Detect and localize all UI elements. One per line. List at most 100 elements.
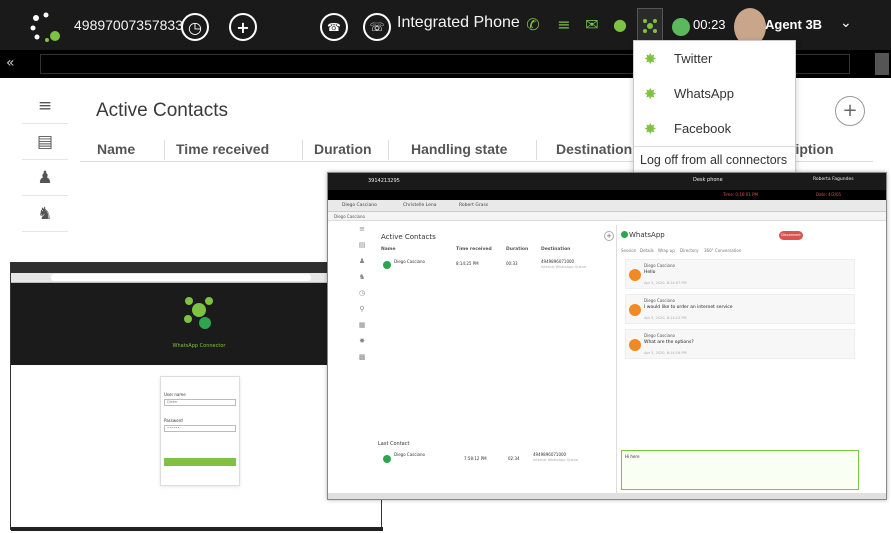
contact-avatar-icon <box>629 304 641 316</box>
dial-icon[interactable]: ☎ <box>320 13 348 41</box>
row-destination-sub: Internal WhatsApp Queue <box>541 265 587 269</box>
tab-directory[interactable]: Directory <box>680 248 698 253</box>
whatsapp-session-screenshot: 3914213295 Desk phone Roberta Fagundes T… <box>327 172 887 500</box>
chevron-down-icon[interactable]: ⌄ <box>840 15 852 31</box>
connectors-button[interactable] <box>637 8 663 44</box>
agent-name[interactable]: Agent 3B <box>765 17 822 32</box>
menu-item-twitter[interactable]: ✸ Twitter <box>634 41 795 76</box>
row-time: 8:14:25 PM <box>456 261 479 266</box>
tab-contact[interactable]: Diego Casciano <box>342 203 377 208</box>
queue-icon[interactable]: ≡ <box>554 15 574 35</box>
phone-number: 49897007357833 <box>74 17 184 33</box>
whatsapp-icon <box>383 455 391 463</box>
row-destination: 4949896071000 <box>533 452 567 457</box>
inset-col-name: Name <box>381 247 396 252</box>
add-contact-button[interactable]: + <box>835 96 865 126</box>
username-field[interactable]: Dieter <box>164 399 236 406</box>
whatsapp-connector-logo-icon <box>184 297 213 329</box>
users-icon[interactable]: ♞ <box>22 196 68 232</box>
row-name[interactable]: Diego Casciano <box>394 259 425 264</box>
password-label: Password <box>164 418 183 423</box>
col-time-received[interactable]: Time received <box>176 141 269 157</box>
tab-360-conversation[interactable]: 360° Conversation <box>704 248 741 253</box>
search-icon: ⚲ <box>359 305 365 313</box>
inset-number: 3914213295 <box>368 178 400 184</box>
username-label: User name <box>164 392 186 397</box>
tab-details[interactable]: Details <box>640 248 654 253</box>
page-title: Active Contacts <box>96 100 228 121</box>
row-time: 7:58:12 PM <box>464 456 487 461</box>
users-icon: ♞ <box>358 273 366 281</box>
green-phone-icon[interactable]: ✆ <box>523 15 543 35</box>
tab-wrap-up[interactable]: Wrap up <box>658 248 675 253</box>
row-name[interactable]: Diego Casciano <box>394 452 425 457</box>
collapse-icon[interactable]: « <box>6 55 15 71</box>
conversation-title: WhatsApp <box>629 231 665 239</box>
inset-add-button[interactable]: + <box>604 231 614 241</box>
login-card: User name Dieter Password •••••• <box>160 376 240 486</box>
horizontal-scrollbar[interactable] <box>328 493 886 499</box>
menu-item-label: WhatsApp <box>674 86 734 101</box>
inset-side-rail: ≡ ▤ ♟ ♞ ◷ ⚲ ▦ ✸ ▩ <box>356 225 370 425</box>
col-handling-state[interactable]: Handling state <box>411 141 507 157</box>
disconnect-button[interactable]: Disconnect <box>779 231 803 240</box>
inset-date: Date: 4/2/05 <box>816 192 842 197</box>
connector-icon: ✸ <box>644 85 657 103</box>
col-duration[interactable]: Duration <box>314 141 372 157</box>
logoff-all-connectors[interactable]: Log off from all connectors <box>634 147 795 173</box>
col-destination[interactable]: Destination <box>556 141 632 157</box>
row-destination: 4949896071000 <box>541 259 575 264</box>
book-icon: ▤ <box>358 241 366 249</box>
taskbar <box>11 527 383 531</box>
inset-col-duration: Duration <box>506 247 529 252</box>
inset-contact-tabs: Diego Casciano Christelle Lena Robert Gr… <box>328 200 886 212</box>
inset-info-bar: Time: 0:16:01 PM Date: 4/2/05 <box>328 190 886 200</box>
menu-item-whatsapp[interactable]: ✸ WhatsApp <box>634 76 795 111</box>
inset-agent: Roberta Fagundes <box>813 177 854 182</box>
mail-icon[interactable]: ✉ <box>582 15 602 35</box>
menu-item-label: Twitter <box>674 51 713 66</box>
clock-icon[interactable]: ◷ <box>181 13 209 41</box>
connectors-dropdown: ✸ Twitter ✸ WhatsApp ✸ Facebook Log off … <box>633 40 796 175</box>
tab-contact[interactable]: Robert Grass <box>459 203 488 208</box>
last-contact-title: Last Contact <box>378 441 410 447</box>
inset-col-destination: Destination <box>541 247 571 252</box>
menu-icon: ≡ <box>359 225 365 233</box>
row-destination-sub: Internal WhatsApp Queue <box>533 458 579 462</box>
tab-session[interactable]: Session <box>621 248 636 253</box>
menu-icon[interactable]: ≡ <box>22 88 68 124</box>
col-description[interactable]: ription <box>790 141 834 157</box>
side-rail: ≡ ▤ ♟ ♞ <box>22 88 68 268</box>
phone-icon[interactable]: ☏ <box>363 13 391 41</box>
user-icon[interactable]: ♟ <box>22 160 68 196</box>
inset-page-title: Active Contacts <box>381 233 436 241</box>
clock-icon: ◷ <box>358 289 366 297</box>
browser-url-bar <box>11 273 381 283</box>
inset-col-time: Time received <box>456 247 492 252</box>
login-hero: WhatsApp Connector <box>11 283 381 365</box>
col-name[interactable]: Name <box>97 141 135 157</box>
breadcrumb: Diego Casciano <box>328 212 886 221</box>
add-call-icon[interactable]: + <box>229 13 257 41</box>
inset-desk-phone: Desk phone <box>693 177 723 183</box>
call-timer: 00:23 <box>693 17 726 32</box>
grid-icon: ▦ <box>358 321 366 329</box>
scrollbar[interactable] <box>875 53 889 75</box>
browser-tab-bar <box>11 263 381 273</box>
user-icon: ♟ <box>358 257 366 265</box>
connector-icon <box>643 19 657 33</box>
whatsapp-icon <box>621 231 628 238</box>
chat-message: Diego Casciano Hello Apr 3, 2020, 8:14:0… <box>625 259 855 289</box>
chat-message: Diego Casciano I would like to order an … <box>625 294 855 324</box>
connector-icon: ✸ <box>644 120 657 138</box>
whatsapp-icon <box>383 261 391 269</box>
contacts-book-icon[interactable]: ▤ <box>22 124 68 160</box>
tab-contact[interactable]: Christelle Lena <box>403 203 436 208</box>
menu-item-facebook[interactable]: ✸ Facebook <box>634 111 795 146</box>
chat-icon[interactable]: ● <box>610 15 630 35</box>
message-input[interactable]: Hi here <box>621 450 859 490</box>
password-field[interactable]: •••••• <box>164 425 236 432</box>
login-button[interactable] <box>164 458 236 466</box>
connector-icon: ✸ <box>644 50 657 68</box>
chat-message: Diego Casciano What are the options? Apr… <box>625 329 855 359</box>
